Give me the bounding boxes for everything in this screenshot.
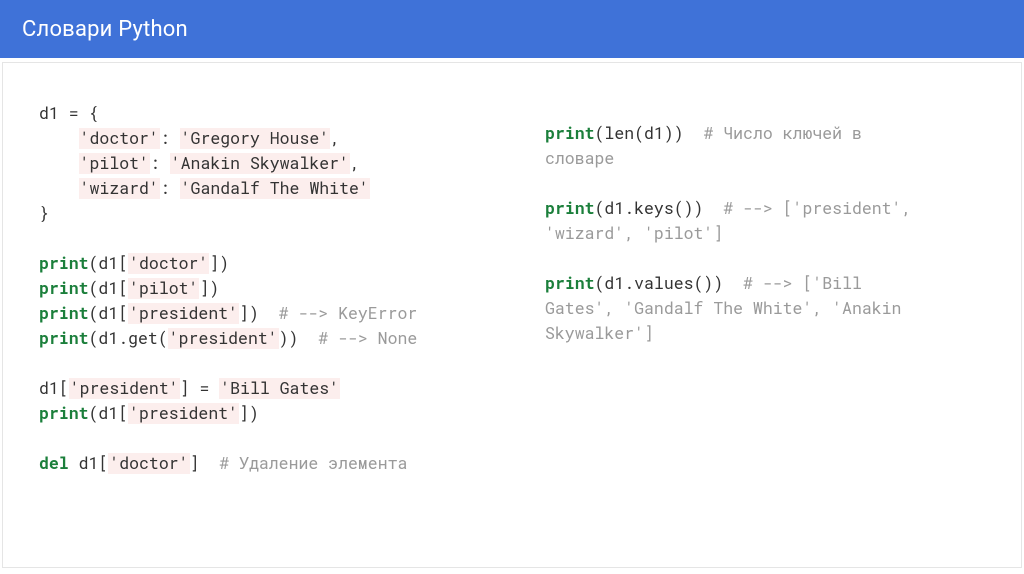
code-indent [39,128,79,149]
string-literal: 'president' [168,328,279,349]
string-literal: 'Gregory House' [180,128,331,149]
string-literal: 'president' [128,403,239,424]
comment: # Число ключей в [703,123,861,144]
code-text: (len(d1)) [595,123,704,144]
comment: Skywalker'] [545,323,654,344]
keyword-print: print [39,303,89,324]
code-text: (d1.get( [89,328,168,349]
code-text: , [330,128,340,149]
comment: # --> ['Bill [743,273,862,294]
string-literal: 'wizard' [79,178,160,199]
code-text: (d1.values()) [595,273,744,294]
keyword-print: print [545,273,595,294]
slide-title: Словари Python [22,17,188,42]
string-literal: 'doctor' [128,253,209,274]
string-literal: 'president' [69,378,180,399]
code-line: d1 = { [39,103,98,124]
code-text: (d1.keys()) [595,198,724,219]
code-text: d1[ [39,378,69,399]
keyword-print: print [545,198,595,219]
string-literal: 'pilot' [128,278,199,299]
code-column-right: print(len(d1)) # Число ключей в словаре … [545,101,991,537]
keyword-print: print [545,123,595,144]
code-text: , [350,153,360,174]
code-text: ]) [209,253,229,274]
string-literal: 'pilot' [79,153,150,174]
keyword-print: print [39,253,89,274]
code-text: ] [190,453,220,474]
keyword-print: print [39,403,89,424]
string-literal: 'Gandalf The White' [180,178,370,199]
comment: # --> ['president', [723,198,911,219]
code-text: ]) [199,278,219,299]
code-text: (d1[ [89,278,129,299]
code-text: ]) [239,403,259,424]
string-literal: 'Bill Gates' [219,378,340,399]
code-indent [39,178,79,199]
string-literal: 'doctor' [108,453,189,474]
comment: # Удаление элемента [219,453,407,474]
code-text: (d1[ [89,253,129,274]
code-line: } [39,203,49,224]
code-text: d1[ [69,453,109,474]
string-literal: 'president' [128,303,239,324]
slide-header: Словари Python [0,0,1024,58]
code-indent [39,153,79,174]
code-text: ]) [239,303,279,324]
code-text: (d1[ [89,403,129,424]
keyword-del: del [39,453,69,474]
code-text: (d1[ [89,303,129,324]
string-literal: 'Anakin Skywalker' [170,153,350,174]
string-literal: 'doctor' [79,128,160,149]
code-column-left: d1 = { 'doctor': 'Gregory House', 'pilot… [39,101,485,537]
comment: Gates', 'Gandalf The White', 'Anakin [545,298,901,319]
code-text: : [160,128,180,149]
keyword-print: print [39,278,89,299]
comment: словаре [545,148,614,169]
code-text: ] = [180,378,220,399]
code-text: : [160,178,180,199]
comment: 'wizard', 'pilot'] [545,223,723,244]
keyword-print: print [39,328,89,349]
comment: # --> KeyError [279,303,418,324]
code-text: )) [279,328,319,349]
slide-body: d1 = { 'doctor': 'Gregory House', 'pilot… [2,62,1022,568]
comment: # --> None [318,328,417,349]
code-text: : [150,153,170,174]
